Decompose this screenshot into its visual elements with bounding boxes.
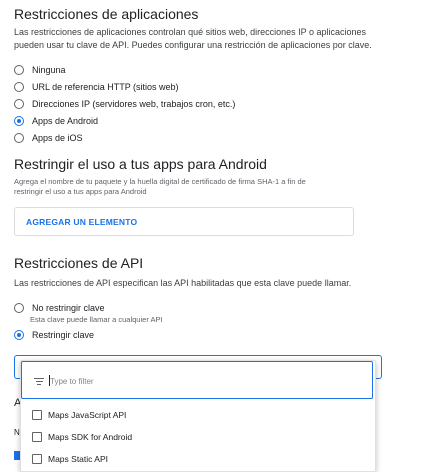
radio-label: No restringir clave (32, 303, 105, 313)
radio-no-restrict[interactable]: No restringir clave (14, 301, 105, 315)
add-item-button[interactable]: AGREGAR UN ELEMENTO (26, 217, 137, 227)
radio-label: Restringir clave (32, 330, 95, 340)
android-restrict-title: Restringir el uso a tus apps para Androi… (14, 156, 267, 172)
radio-ip-addresses[interactable]: Direcciones IP (servidores web, trabajos… (14, 97, 235, 111)
radio-label: Apps de iOS (32, 133, 83, 143)
api-restrictions-title: Restricciones de API (14, 255, 144, 271)
radio-http-referrers[interactable]: URL de referencia HTTP (sitios web) (14, 80, 179, 94)
radio-none[interactable]: Ninguna (14, 63, 66, 77)
list-item[interactable]: Maps JavaScript API (32, 409, 126, 421)
android-items-box: AGREGAR UN ELEMENTO (14, 207, 354, 236)
checkbox[interactable] (32, 454, 42, 464)
no-restrict-sublabel: Esta clave puede llamar a cualquier API (30, 315, 163, 324)
radio-label: URL de referencia HTTP (sitios web) (32, 82, 179, 92)
filter-icon (34, 378, 44, 385)
radio-button[interactable] (14, 65, 24, 75)
radio-label: Ninguna (32, 65, 66, 75)
radio-button[interactable] (14, 116, 24, 126)
checkbox[interactable] (32, 410, 42, 420)
app-restrictions-description-line-2: pueden usar tu clave de API. Puedes conf… (14, 40, 372, 50)
radio-ios-apps[interactable]: Apps de iOS (14, 131, 83, 145)
list-item[interactable]: Maps SDK for Android (32, 431, 132, 443)
api-dropdown-panel: Maps JavaScript API Maps SDK for Android… (20, 360, 376, 472)
list-item-label: Maps JavaScript API (48, 410, 127, 420)
filter-box (21, 361, 373, 399)
radio-label: Apps de Android (32, 116, 99, 126)
checkbox[interactable] (32, 432, 42, 442)
api-restrictions-description: Las restricciones de API especifican las… (14, 278, 352, 288)
list-item-label: Maps SDK for Android (48, 432, 133, 442)
list-item-label: Maps Static API (48, 454, 108, 464)
radio-button[interactable] (14, 330, 24, 340)
radio-android-apps[interactable]: Apps de Android (14, 114, 98, 128)
app-restrictions-title: Restricciones de aplicaciones (14, 6, 199, 22)
radio-label: Direcciones IP (servidores web, trabajos… (32, 99, 236, 109)
android-hint-line-1: Agrega el nombre de tu paquete y la huel… (14, 177, 306, 186)
radio-button[interactable] (14, 82, 24, 92)
android-hint-line-2: restringir el uso a tus apps para Androi… (14, 187, 147, 196)
radio-button[interactable] (14, 303, 24, 313)
list-item[interactable]: Maps Static API (32, 453, 108, 465)
radio-restrict-key[interactable]: Restringir clave (14, 328, 94, 342)
app-restrictions-description-line-1: Las restricciones de aplicaciones contro… (14, 27, 367, 37)
radio-button[interactable] (14, 133, 24, 143)
underlay-label-n: N (14, 428, 20, 437)
radio-button[interactable] (14, 99, 24, 109)
filter-input[interactable] (50, 374, 350, 388)
